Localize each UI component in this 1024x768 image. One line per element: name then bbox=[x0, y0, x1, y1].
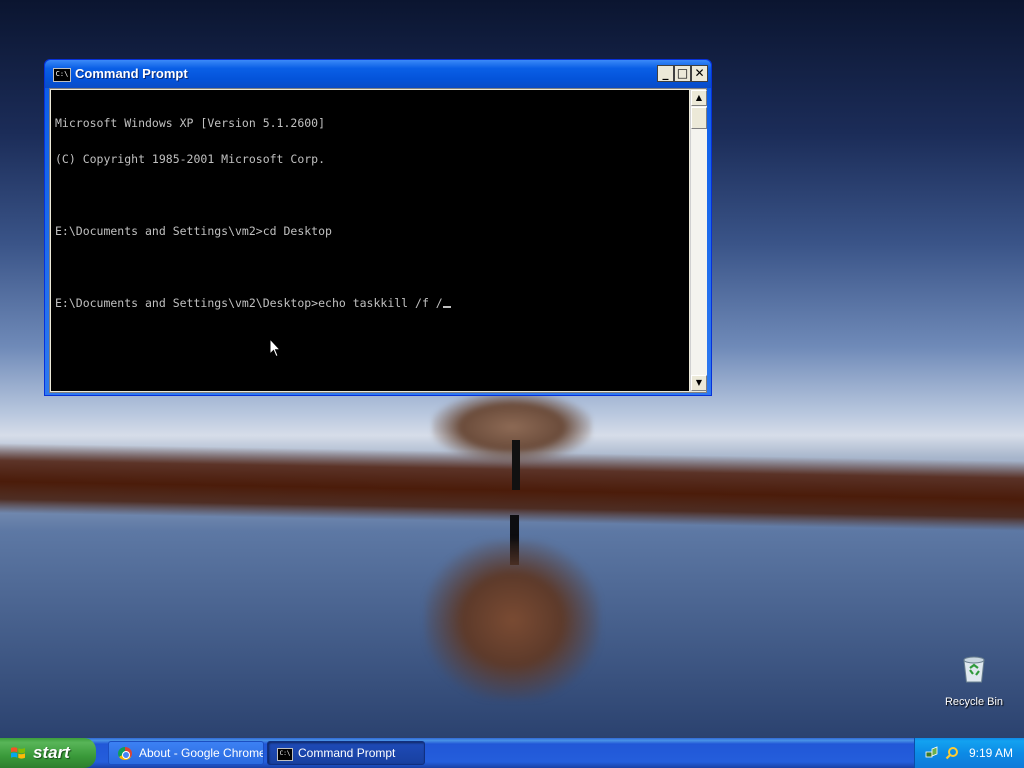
scroll-down-button[interactable]: ▼ bbox=[691, 375, 707, 391]
cmd-icon[interactable]: C:\ bbox=[53, 68, 71, 82]
taskbar-item-label: About - Google Chrome bbox=[139, 746, 264, 760]
console-line: Microsoft Windows XP [Version 5.1.2600] bbox=[55, 116, 326, 130]
start-button[interactable]: start bbox=[0, 738, 96, 768]
clock[interactable]: 9:19 AM bbox=[969, 746, 1013, 760]
vertical-scrollbar[interactable]: ▲ ▼ bbox=[690, 90, 707, 391]
window-title: Command Prompt bbox=[75, 66, 188, 81]
console-output[interactable]: Microsoft Windows XP [Version 5.1.2600] … bbox=[51, 90, 689, 391]
windows-flag-icon bbox=[11, 747, 25, 759]
console-line: (C) Copyright 1985-2001 Microsoft Corp. bbox=[55, 152, 326, 166]
desktop-icon-recycle-bin[interactable]: Recycle Bin bbox=[940, 654, 1008, 714]
network-icon[interactable] bbox=[925, 746, 939, 760]
recycle-bin-icon bbox=[963, 656, 985, 683]
window-client: Microsoft Windows XP [Version 5.1.2600] … bbox=[49, 88, 707, 393]
console-current-command[interactable]: E:\Documents and Settings\vm2\Desktop>ec… bbox=[55, 296, 443, 310]
command-prompt-window[interactable]: C:\ Command Prompt _ □ ✕ Microsoft Windo… bbox=[44, 59, 712, 396]
console-line: E:\Documents and Settings\vm2>cd Desktop bbox=[55, 224, 332, 238]
start-label: start bbox=[33, 743, 70, 762]
wallpaper-tree-trunk bbox=[512, 440, 520, 490]
recycle-bin-label: Recycle Bin bbox=[944, 696, 1004, 708]
system-tray: 9:19 AM bbox=[914, 738, 1024, 768]
taskbar-item-label: Command Prompt bbox=[298, 746, 396, 760]
console-input-line[interactable]: E:\Documents and Settings\vm2\Desktop>ec… bbox=[55, 297, 689, 309]
taskbar-item-command-prompt[interactable]: C:\ Command Prompt bbox=[267, 741, 425, 765]
search-icon[interactable] bbox=[945, 746, 959, 760]
taskbar: start About - Google Chrome C:\ Command … bbox=[0, 738, 1024, 768]
desktop[interactable]: C:\ Command Prompt _ □ ✕ Microsoft Windo… bbox=[0, 0, 1024, 738]
window-titlebar[interactable]: C:\ Command Prompt _ □ ✕ bbox=[45, 60, 711, 88]
wallpaper-tree-reflection bbox=[425, 540, 600, 700]
chrome-icon bbox=[118, 747, 132, 760]
scroll-up-button[interactable]: ▲ bbox=[691, 90, 707, 106]
close-button[interactable]: ✕ bbox=[691, 65, 708, 82]
text-cursor bbox=[442, 306, 451, 308]
taskbar-item-chrome[interactable]: About - Google Chrome bbox=[108, 741, 264, 765]
mouse-pointer-icon bbox=[269, 338, 281, 358]
cmd-icon: C:\ bbox=[277, 748, 293, 761]
maximize-button[interactable]: □ bbox=[674, 65, 691, 82]
scroll-thumb[interactable] bbox=[691, 107, 707, 129]
minimize-button[interactable]: _ bbox=[657, 65, 674, 82]
